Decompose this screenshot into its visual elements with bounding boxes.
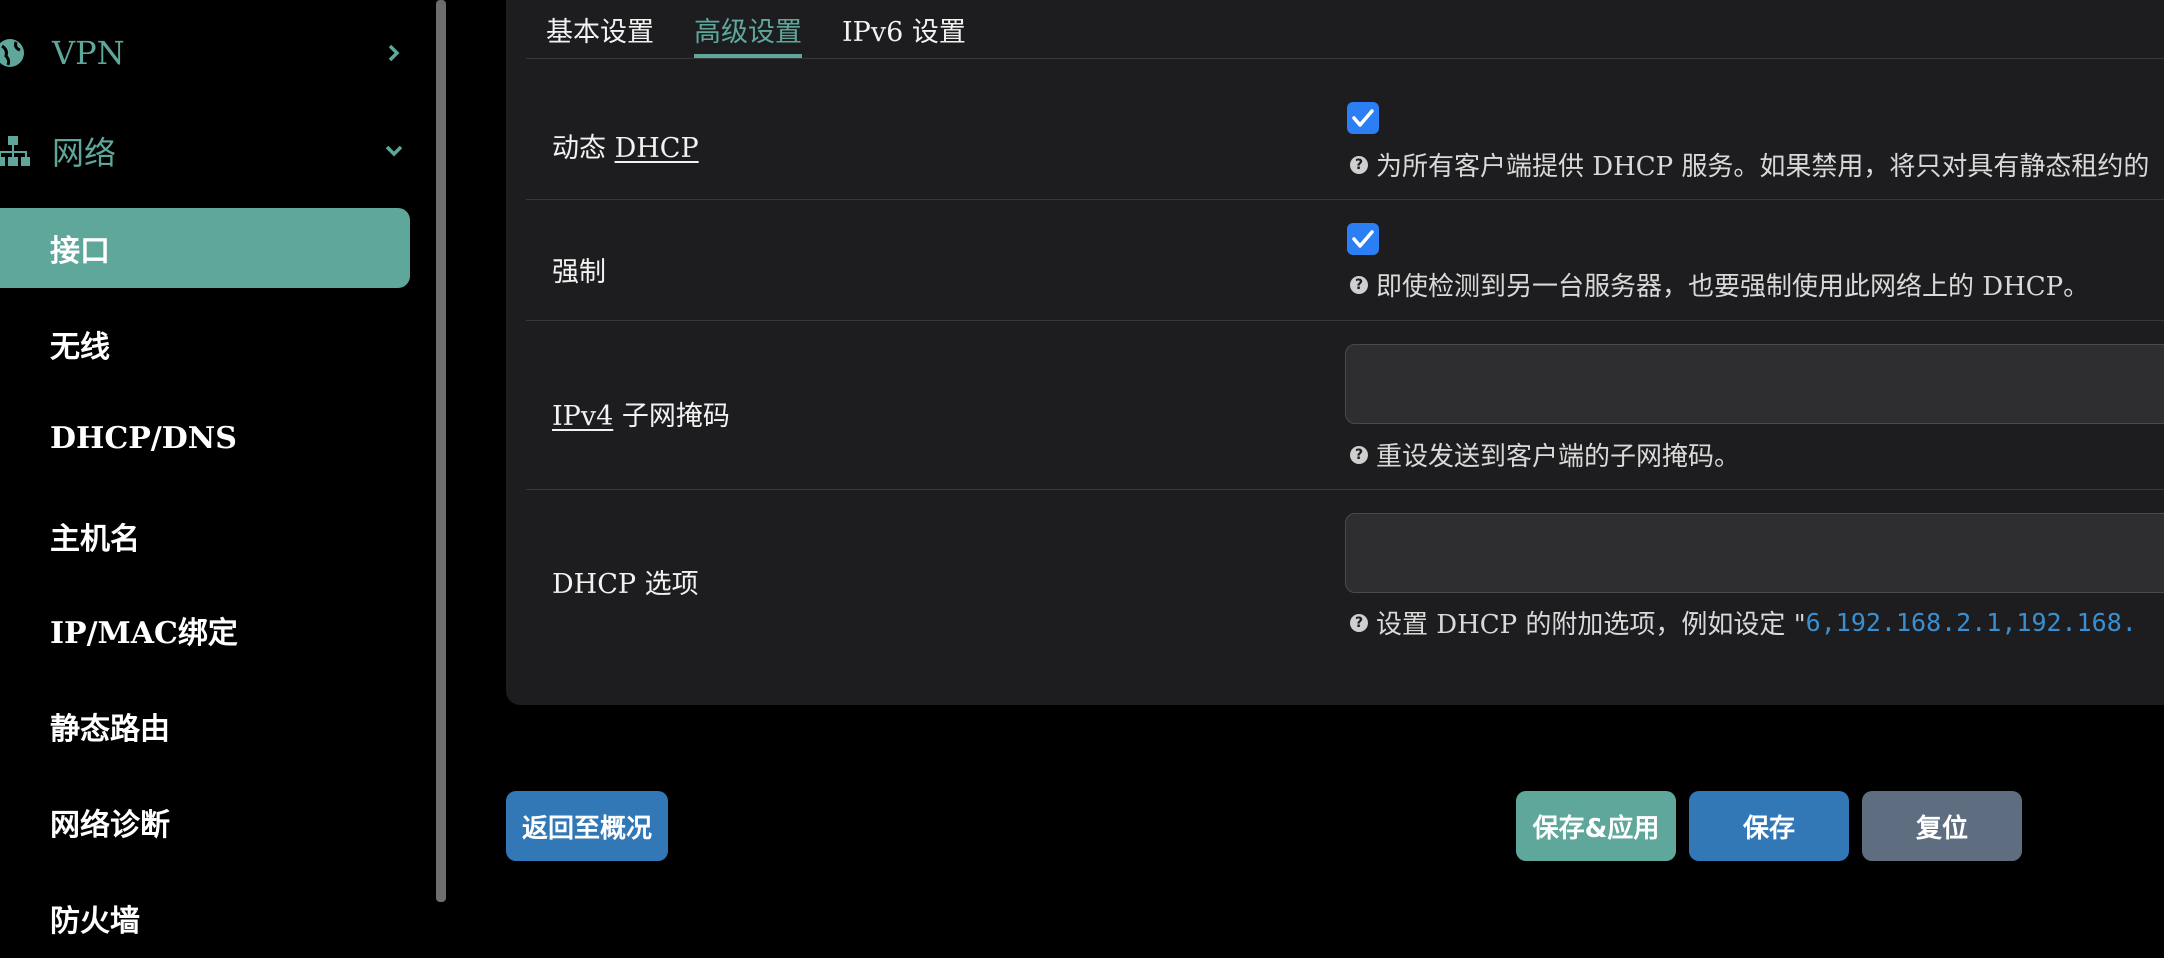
force-help: ? 即使检测到另一台服务器，也要强制使用此网络上的 DHCP。 [1350,266,2089,303]
help-text: 设置 DHCP 的附加选项，例如设定 " [1376,610,1806,640]
network-sitemap-icon [0,136,30,166]
row-divider [526,489,2164,490]
tab-label: IPv6 设置 [842,16,966,48]
dhcp-options-label: DHCP 选项 [552,569,699,600]
ipv4-abbr: IPv4 [552,401,614,432]
row-divider [526,320,2164,321]
sidebar-item-wireless[interactable]: 无线 [0,304,410,384]
dhcp-options-help: ? 设置 DHCP 的附加选项，例如设定 " 6,192.168.2.1,192.… [1350,604,2137,641]
dynamic-dhcp-label: 动态 DHCP [552,126,699,165]
dhcp-options-input[interactable] [1345,513,2164,593]
tab-label: 高级设置 [694,16,802,48]
sidebar-item-label: DHCP/DNS [50,420,237,456]
nav-group-vpn[interactable]: VPN [0,28,420,78]
sidebar-item-label: 静态路由 [50,712,170,747]
sidebar-item-interfaces[interactable]: 接口 [0,208,410,288]
force-checkbox[interactable] [1347,223,1379,255]
sidebar-item-label: 接口 [50,234,110,269]
tab-basic-settings[interactable]: 基本设置 [546,0,654,58]
nav-group-vpn-label: VPN [52,34,125,72]
tabs-divider [526,58,2164,59]
dynamic-dhcp-checkbox[interactable] [1347,102,1379,134]
sidebar-scrollbar[interactable] [436,0,446,902]
sidebar-item-label: 防火墙 [50,904,140,939]
sidebar-item-label: 无线 [50,330,110,365]
sidebar-item-diagnostics[interactable]: 网络诊断 [0,782,410,862]
force-label: 强制 [552,257,606,288]
tab-label: 基本设置 [546,16,654,48]
label-text: 子网掩码 [613,401,730,432]
label-text: 动态 [552,133,615,164]
sidebar-item-static-routes[interactable]: 静态路由 [0,686,410,766]
tab-advanced-settings[interactable]: 高级设置 [694,0,802,58]
netmask-label: IPv4 子网掩码 [552,394,730,433]
back-to-overview-button[interactable]: 返回至概况 [506,791,668,861]
row-divider [526,199,2164,200]
checkmark-icon [1352,230,1374,248]
help-code-example: 6,192.168.2.1,192.168. [1805,608,2137,637]
dhcp-abbr: DHCP [614,133,699,164]
reset-button[interactable]: 复位 [1862,791,2022,861]
help-icon: ? [1350,155,1368,174]
sidebar-item-label: IP/MAC绑定 [50,616,238,651]
help-icon: ? [1350,275,1368,294]
chevron-right-icon [388,44,400,62]
sidebar-item-hostnames[interactable]: 主机名 [0,496,410,576]
vpn-globe-icon [0,39,24,67]
save-apply-button[interactable]: 保存&应用 [1516,791,1676,861]
help-text: 重设发送到客户端的子网掩码。 [1376,442,1741,472]
netmask-input[interactable] [1345,344,2164,424]
netmask-help: ? 重设发送到客户端的子网掩码。 [1350,436,1740,473]
help-text: 为所有客户端提供 DHCP 服务。如果禁用，将只对具有静态租约的 [1376,152,2150,182]
nav-group-network-label: 网络 [52,134,117,172]
help-icon: ? [1350,445,1368,464]
sidebar-item-firewall[interactable]: 防火墙 [0,878,410,958]
sidebar-item-label: 主机名 [50,522,140,557]
sidebar: VPN 网络 接口 无线 DHCP/DNS 主机名 IP/MAC绑定 静态路由 … [0,0,436,939]
sidebar-item-dhcp-dns[interactable]: DHCP/DNS [0,398,410,478]
sidebar-item-label: 网络诊断 [50,808,170,843]
help-text: 即使检测到另一台服务器，也要强制使用此网络上的 DHCP。 [1376,272,2090,302]
dynamic-dhcp-help: ? 为所有客户端提供 DHCP 服务。如果禁用，将只对具有静态租约的 [1350,146,2149,183]
save-button[interactable]: 保存 [1689,791,1849,861]
chevron-down-icon [385,145,403,157]
tab-ipv6-settings[interactable]: IPv6 设置 [842,0,966,58]
help-icon: ? [1350,613,1368,632]
nav-group-network[interactable]: 网络 [0,126,420,176]
checkmark-icon [1352,109,1374,127]
sidebar-item-ip-mac-binding[interactable]: IP/MAC绑定 [0,590,410,670]
